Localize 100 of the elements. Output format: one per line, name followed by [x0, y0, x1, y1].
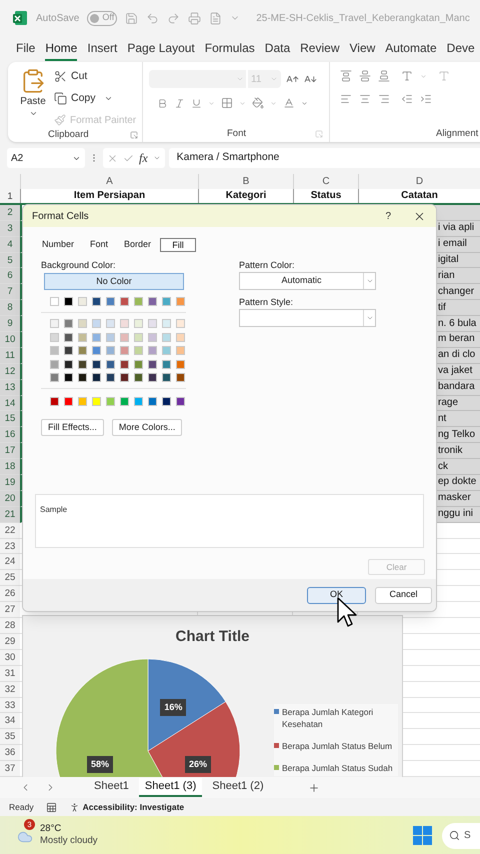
- color-swatch[interactable]: [92, 346, 101, 355]
- color-swatch[interactable]: [92, 360, 101, 368]
- row-header[interactable]: 6: [0, 268, 20, 284]
- color-swatch[interactable]: [78, 346, 87, 355]
- color-swatch[interactable]: [50, 360, 59, 368]
- cancel-button[interactable]: Cancel: [375, 586, 432, 604]
- caret-icon[interactable]: [366, 314, 374, 322]
- decrease-indent-icon[interactable]: [401, 93, 413, 105]
- launcher-icon[interactable]: [315, 130, 323, 138]
- align-top-icon[interactable]: [340, 70, 352, 82]
- color-swatch[interactable]: [120, 297, 129, 306]
- color-swatch[interactable]: [134, 332, 143, 342]
- row-header[interactable]: 4: [0, 236, 20, 253]
- color-swatch[interactable]: [92, 332, 101, 342]
- color-swatch[interactable]: [64, 397, 73, 406]
- sheet-tab[interactable]: Sheet1 (2): [206, 778, 270, 797]
- color-swatch[interactable]: [148, 346, 157, 355]
- row-header[interactable]: 9: [0, 316, 20, 332]
- menu-tab[interactable]: File: [16, 37, 36, 61]
- color-swatch[interactable]: [50, 319, 59, 328]
- row-header[interactable]: 21: [0, 506, 20, 523]
- color-swatch[interactable]: [50, 346, 59, 355]
- color-swatch[interactable]: [134, 319, 143, 328]
- color-swatch[interactable]: [92, 373, 101, 382]
- color-swatch[interactable]: [148, 319, 157, 328]
- printer-icon[interactable]: [188, 12, 202, 24]
- row-header[interactable]: 26: [0, 586, 20, 602]
- color-swatch[interactable]: [134, 297, 143, 306]
- caret-icon[interactable]: [152, 154, 161, 162]
- color-swatch[interactable]: [148, 360, 157, 368]
- row-header[interactable]: 16: [0, 427, 20, 444]
- color-swatch[interactable]: [134, 397, 143, 406]
- row-header[interactable]: 18: [0, 459, 20, 476]
- align-right-icon[interactable]: [378, 93, 390, 105]
- color-swatch[interactable]: [64, 346, 73, 355]
- sheet-icon[interactable]: [46, 802, 57, 812]
- row-header[interactable]: 13: [0, 380, 20, 396]
- color-swatch[interactable]: [106, 319, 115, 328]
- menu-tab[interactable]: Data: [264, 37, 290, 61]
- row-header[interactable]: 27: [0, 602, 20, 618]
- text-direction-icon[interactable]: [438, 70, 450, 82]
- bold-icon[interactable]: [157, 98, 168, 108]
- color-swatch[interactable]: [64, 332, 73, 342]
- no-color-button[interactable]: No Color: [44, 273, 184, 290]
- help-button[interactable]: ?: [385, 208, 391, 224]
- color-swatch[interactable]: [64, 297, 73, 306]
- row-header[interactable]: 36: [0, 745, 20, 762]
- row-header[interactable]: 30: [0, 650, 20, 666]
- cut-button[interactable]: Cut: [71, 69, 88, 85]
- color-swatch[interactable]: [176, 360, 185, 368]
- paste-button[interactable]: Paste: [20, 94, 46, 109]
- row-header[interactable]: 17: [0, 443, 20, 460]
- color-swatch[interactable]: [106, 297, 115, 306]
- align-middle-icon[interactable]: [359, 70, 371, 82]
- font-name-field[interactable]: [149, 70, 246, 88]
- color-swatch[interactable]: [148, 297, 157, 306]
- align-bottom-icon[interactable]: [378, 70, 390, 82]
- color-swatch[interactable]: [162, 360, 171, 368]
- row-header[interactable]: 35: [0, 729, 20, 746]
- italic-icon[interactable]: [174, 98, 185, 108]
- color-swatch[interactable]: [106, 360, 115, 368]
- enter-icon[interactable]: [123, 152, 134, 164]
- caret-icon[interactable]: [28, 109, 38, 118]
- color-swatch[interactable]: [176, 319, 185, 328]
- font-color-icon[interactable]: [283, 97, 295, 109]
- color-swatch[interactable]: [134, 373, 143, 382]
- color-swatch[interactable]: [64, 360, 73, 368]
- row-header[interactable]: 28: [0, 618, 20, 634]
- row-header[interactable]: 34: [0, 713, 20, 730]
- color-swatch[interactable]: [162, 319, 171, 328]
- align-left-icon[interactable]: [340, 93, 352, 105]
- paintbrush-icon[interactable]: [54, 114, 66, 126]
- color-swatch[interactable]: [78, 397, 87, 406]
- color-swatch[interactable]: [78, 297, 87, 306]
- color-swatch[interactable]: [148, 373, 157, 382]
- color-swatch[interactable]: [78, 373, 87, 382]
- color-swatch[interactable]: [78, 332, 87, 342]
- color-swatch[interactable]: [120, 332, 129, 342]
- row-header[interactable]: 37: [0, 761, 20, 777]
- color-swatch[interactable]: [176, 373, 185, 382]
- name-box[interactable]: A2: [7, 148, 85, 168]
- color-swatch[interactable]: [92, 319, 101, 328]
- menu-tab[interactable]: Formulas: [204, 37, 255, 61]
- undo-icon[interactable]: [146, 12, 160, 24]
- increase-indent-icon[interactable]: [420, 93, 432, 105]
- row-header[interactable]: 5: [0, 252, 20, 268]
- color-swatch[interactable]: [106, 397, 115, 406]
- color-swatch[interactable]: [176, 297, 185, 306]
- scissors-icon[interactable]: [54, 70, 67, 84]
- dialog-tab[interactable]: Border: [117, 238, 158, 252]
- row-header[interactable]: 33: [0, 698, 20, 714]
- pattern-color-dropdown[interactable]: Automatic: [239, 272, 376, 290]
- color-swatch[interactable]: [148, 397, 157, 406]
- color-swatch[interactable]: [64, 373, 73, 382]
- save-icon[interactable]: [125, 12, 138, 24]
- orientation-icon[interactable]: [401, 70, 413, 82]
- color-swatch[interactable]: [162, 373, 171, 382]
- fill-color-icon[interactable]: [252, 97, 264, 109]
- launcher-icon[interactable]: [130, 130, 138, 139]
- start-icon[interactable]: [413, 826, 432, 844]
